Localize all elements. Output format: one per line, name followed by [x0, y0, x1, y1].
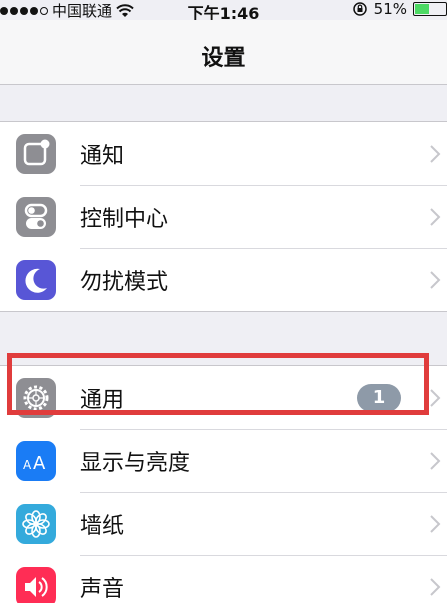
- notifications-icon: [16, 134, 56, 174]
- gear-icon: [16, 378, 56, 418]
- settings-group-2: 通用 1 A A 显示与亮度 墙纸 声音: [0, 365, 447, 603]
- chevron-right-icon: [430, 144, 441, 163]
- settings-item-control-center[interactable]: 控制中心: [0, 185, 447, 248]
- update-badge: 1: [357, 383, 401, 412]
- chevron-right-icon: [430, 514, 441, 533]
- settings-item-wallpaper[interactable]: 墙纸: [0, 492, 447, 555]
- settings-screen: 中国联通 下午1:46 51% 设置 通知 控制中心 勿扰模式 通用 1 A A…: [0, 0, 447, 603]
- battery-fill: [415, 4, 430, 14]
- settings-item-label: 通用: [80, 387, 125, 413]
- page-title: 设置: [201, 46, 246, 71]
- settings-item-label: 通知: [80, 143, 125, 169]
- chevron-right-icon: [430, 577, 441, 596]
- status-bar: 中国联通 下午1:46 51%: [0, 0, 447, 23]
- settings-item-label: 显示与亮度: [80, 450, 191, 476]
- chevron-right-icon: [430, 388, 441, 407]
- control-center-icon: [16, 197, 56, 237]
- moon-icon: [16, 260, 56, 300]
- svg-text:A: A: [33, 453, 46, 474]
- chevron-right-icon: [430, 270, 441, 289]
- chevron-right-icon: [430, 451, 441, 470]
- settings-item-do-not-disturb[interactable]: 勿扰模式: [0, 248, 447, 311]
- sound-icon: [16, 567, 56, 603]
- status-right: 51%: [352, 0, 447, 18]
- display-brightness-icon: A A: [16, 441, 56, 481]
- settings-item-general[interactable]: 通用 1: [0, 366, 447, 429]
- settings-group-1: 通知 控制中心 勿扰模式: [0, 121, 447, 312]
- settings-item-sounds[interactable]: 声音: [0, 555, 447, 603]
- settings-item-notifications[interactable]: 通知: [0, 122, 447, 185]
- settings-item-label: 控制中心: [80, 206, 169, 232]
- settings-item-label: 声音: [80, 576, 125, 602]
- svg-text:A: A: [23, 458, 32, 472]
- battery-percent: 51%: [373, 0, 407, 18]
- settings-item-display-brightness[interactable]: A A 显示与亮度: [0, 429, 447, 492]
- rotation-lock-icon: [352, 2, 367, 16]
- wallpaper-icon: [16, 504, 56, 544]
- settings-item-label: 墙纸: [80, 513, 125, 539]
- settings-item-label: 勿扰模式: [80, 269, 169, 295]
- chevron-right-icon: [430, 207, 441, 226]
- navigation-bar: 设置: [0, 20, 447, 85]
- battery-icon: [413, 2, 447, 16]
